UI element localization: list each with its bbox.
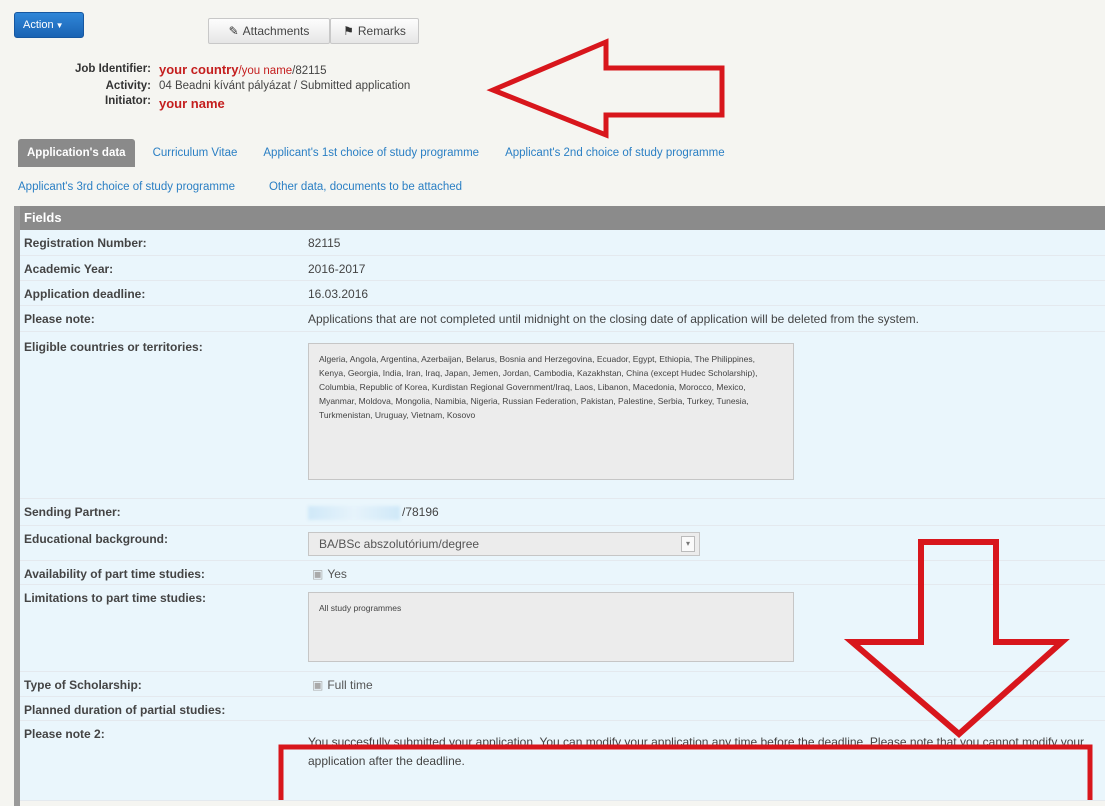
academic-year-value: 2016-2017 [308, 262, 366, 276]
fields-panel: Fields Registration Number: 82115 Academ… [14, 206, 1105, 806]
scholarship-type-checkbox[interactable]: ▣ Full time [312, 678, 373, 692]
tab-third-choice[interactable]: Applicant's 3rd choice of study programm… [18, 181, 235, 193]
attachments-button[interactable]: ✎ Attachments [208, 18, 330, 44]
row-educational-background: Educational background: BA/BSc abszolutó… [20, 526, 1105, 561]
job-identifier-value: your country/you name/82115 [159, 62, 327, 77]
row-registration-number: Registration Number: 82115 [20, 230, 1105, 256]
part-time-limitations-textarea[interactable]: All study programmes [308, 592, 794, 662]
row-please-note-2: Please note 2: You succesfully submitted… [20, 721, 1105, 801]
left-arrow-annotation [486, 38, 725, 139]
tab-applications-data[interactable]: Application's data [18, 139, 135, 167]
action-button-label: Action [23, 19, 54, 31]
redacted-area [308, 505, 400, 520]
row-scholarship-type: Type of Scholarship: ▣ Full time [20, 672, 1105, 697]
chevron-down-icon: ▾ [681, 536, 695, 552]
row-academic-year: Academic Year: 2016-2017 [20, 256, 1105, 281]
tabs-row-1: Application's data Curriculum Vitae Appl… [18, 139, 751, 167]
flag-icon: ⚑ [343, 24, 354, 38]
tab-other-data[interactable]: Other data, documents to be attached [269, 181, 462, 193]
please-note-2-value: You succesfully submitted your applicati… [308, 735, 1085, 768]
eligible-countries-textarea[interactable]: Algeria, Angola, Argentina, Azerbaijan, … [308, 343, 794, 480]
paperclip-icon: ✎ [228, 24, 239, 38]
tab-curriculum-vitae[interactable]: Curriculum Vitae [153, 147, 238, 159]
sending-partner-value: /78196 [308, 505, 439, 520]
remarks-button[interactable]: ⚑ Remarks [330, 18, 419, 44]
caret-down-icon: ▼ [55, 21, 64, 30]
row-eligible-countries: Eligible countries or territories: Alger… [20, 332, 1105, 499]
activity-label: Activity: [105, 80, 151, 92]
checkbox-icon: ▣ [312, 567, 324, 581]
tabs-row-2: Applicant's 3rd choice of study programm… [18, 181, 488, 193]
row-part-time-availability: Availability of part time studies: ▣ Yes [20, 561, 1105, 585]
activity-value: 04 Beadni kívánt pályázat / Submitted ap… [159, 80, 411, 92]
row-planned-duration: Planned duration of partial studies: [20, 697, 1105, 721]
tab-first-choice[interactable]: Applicant's 1st choice of study programm… [263, 147, 479, 159]
registration-number-value: 82115 [308, 236, 341, 250]
initiator-value: your name [159, 96, 225, 111]
application-deadline-value: 16.03.2016 [308, 287, 369, 301]
action-button[interactable]: Action ▼ [14, 12, 84, 38]
row-please-note: Please note: Applications that are not c… [20, 306, 1105, 332]
checkbox-icon: ▣ [312, 678, 324, 692]
row-sending-partner: Sending Partner: /78196 [20, 499, 1105, 526]
part-time-checkbox[interactable]: ▣ Yes [312, 567, 347, 581]
please-note-value: Applications that are not completed unti… [308, 312, 920, 326]
row-part-time-limitations: Limitations to part time studies: All st… [20, 585, 1105, 672]
job-identifier-label: Job Identifier: [74, 63, 151, 75]
row-application-deadline: Application deadline: 16.03.2016 [20, 281, 1105, 306]
tab-second-choice[interactable]: Applicant's 2nd choice of study programm… [505, 147, 725, 159]
job-info: Job Identifier: your country/you name/82… [60, 62, 410, 111]
fields-header: Fields [20, 206, 1105, 230]
educational-background-select[interactable]: BA/BSc abszolutórium/degree ▾ [308, 532, 700, 556]
initiator-label: Initiator: [105, 95, 151, 107]
